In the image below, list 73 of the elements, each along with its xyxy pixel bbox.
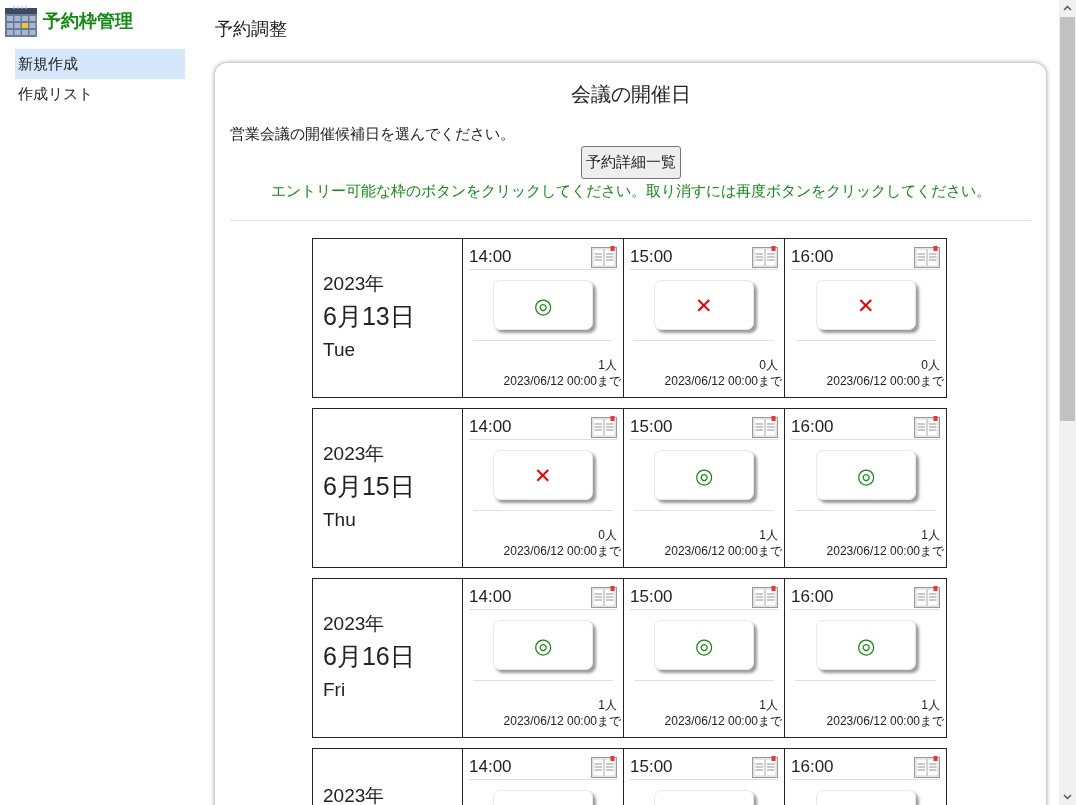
book-icon[interactable] xyxy=(914,415,940,438)
sidebar-item[interactable]: 新規作成 xyxy=(15,49,185,79)
date-text: 6月13日 xyxy=(323,301,416,333)
slot-time: 14:00 xyxy=(469,416,512,438)
participant-count: 0人 xyxy=(758,357,778,374)
participant-count: 1人 xyxy=(758,527,778,544)
book-icon[interactable] xyxy=(752,245,778,268)
participant-count: 1人 xyxy=(758,697,778,714)
entry-button[interactable]: ◎ xyxy=(654,450,754,501)
weekday-text: Tue xyxy=(323,338,357,363)
slot-time: 14:00 xyxy=(469,246,512,268)
slot-time: 16:00 xyxy=(791,416,834,438)
entry-button[interactable]: ◎ xyxy=(815,620,916,671)
page-title: 予約調整 xyxy=(215,18,288,41)
deadline-text: 2023/06/12 00:00まで xyxy=(502,543,621,560)
entry-button[interactable]: ✕ xyxy=(654,280,754,331)
instruction-text: エントリー可能な枠のボタンをクリックしてください。取り消すには再度ボタンをクリックしてください。 xyxy=(269,181,992,201)
deadline-text: 2023/06/12 00:00まで xyxy=(663,713,782,730)
slot-time: 15:00 xyxy=(630,246,673,268)
weekday-text: Fri xyxy=(323,678,347,703)
sidebar-item[interactable]: 作成リスト xyxy=(15,79,185,109)
book-icon[interactable] xyxy=(591,415,617,438)
entry-button[interactable]: ✕ xyxy=(815,280,916,331)
date-text: 6月16日 xyxy=(323,641,416,673)
book-icon[interactable] xyxy=(591,245,617,268)
scroll-down-icon[interactable] xyxy=(1063,794,1072,800)
slot-time: 16:00 xyxy=(791,246,834,268)
entry-button[interactable]: ◎ xyxy=(493,280,593,331)
date-text: 6月15日 xyxy=(323,471,416,503)
book-icon[interactable] xyxy=(914,585,940,608)
book-icon[interactable] xyxy=(591,755,617,778)
deadline-text: 2023/06/12 00:00まで xyxy=(502,713,621,730)
participant-count: 0人 xyxy=(920,357,940,374)
detail-list-button[interactable]: 予約詳細一覧 xyxy=(580,145,681,179)
slot-time: 14:00 xyxy=(469,586,512,608)
deadline-text: 2023/06/12 00:00まで xyxy=(825,543,944,560)
year-text: 2023年 xyxy=(323,272,386,297)
weekday-text: Thu xyxy=(323,508,357,533)
book-icon[interactable] xyxy=(914,245,940,268)
year-text: 2023年 xyxy=(323,612,386,637)
slot-time: 16:00 xyxy=(791,586,834,608)
book-icon[interactable] xyxy=(752,415,778,438)
participant-count: 0人 xyxy=(597,527,617,544)
book-icon[interactable] xyxy=(752,755,778,778)
entry-button[interactable]: ◎ xyxy=(654,620,754,671)
entry-button[interactable]: ✕ xyxy=(493,450,593,501)
year-text: 2023年 xyxy=(323,784,386,805)
app-title: 予約枠管理 xyxy=(43,9,133,33)
scrollbar-thumb[interactable] xyxy=(1060,17,1075,421)
entry-button[interactable]: ◎ xyxy=(815,450,916,501)
slot-time: 14:00 xyxy=(469,756,512,778)
year-text: 2023年 xyxy=(323,442,386,467)
description-text: 営業会議の開催候補日を選んでください。 xyxy=(230,124,516,144)
deadline-text: 2023/06/12 00:00まで xyxy=(663,373,782,390)
scroll-up-icon[interactable] xyxy=(1063,5,1072,11)
slot-time: 15:00 xyxy=(630,586,673,608)
participant-count: 1人 xyxy=(597,357,617,374)
participant-count: 1人 xyxy=(920,527,940,544)
slot-time: 16:00 xyxy=(791,756,834,778)
slot-time: 15:00 xyxy=(630,416,673,438)
deadline-text: 2023/06/12 00:00まで xyxy=(502,373,621,390)
deadline-text: 2023/06/12 00:00まで xyxy=(825,713,944,730)
card-heading: 会議の開催日 xyxy=(569,82,692,107)
deadline-text: 2023/06/12 00:00まで xyxy=(825,373,944,390)
entry-button[interactable]: ◎ xyxy=(493,620,593,671)
deadline-text: 2023/06/12 00:00まで xyxy=(663,543,782,560)
book-icon[interactable] xyxy=(752,585,778,608)
participant-count: 1人 xyxy=(920,697,940,714)
slot-time: 15:00 xyxy=(630,756,673,778)
calendar-icon xyxy=(5,5,37,37)
participant-count: 1人 xyxy=(597,697,617,714)
book-icon[interactable] xyxy=(591,585,617,608)
book-icon[interactable] xyxy=(914,755,940,778)
